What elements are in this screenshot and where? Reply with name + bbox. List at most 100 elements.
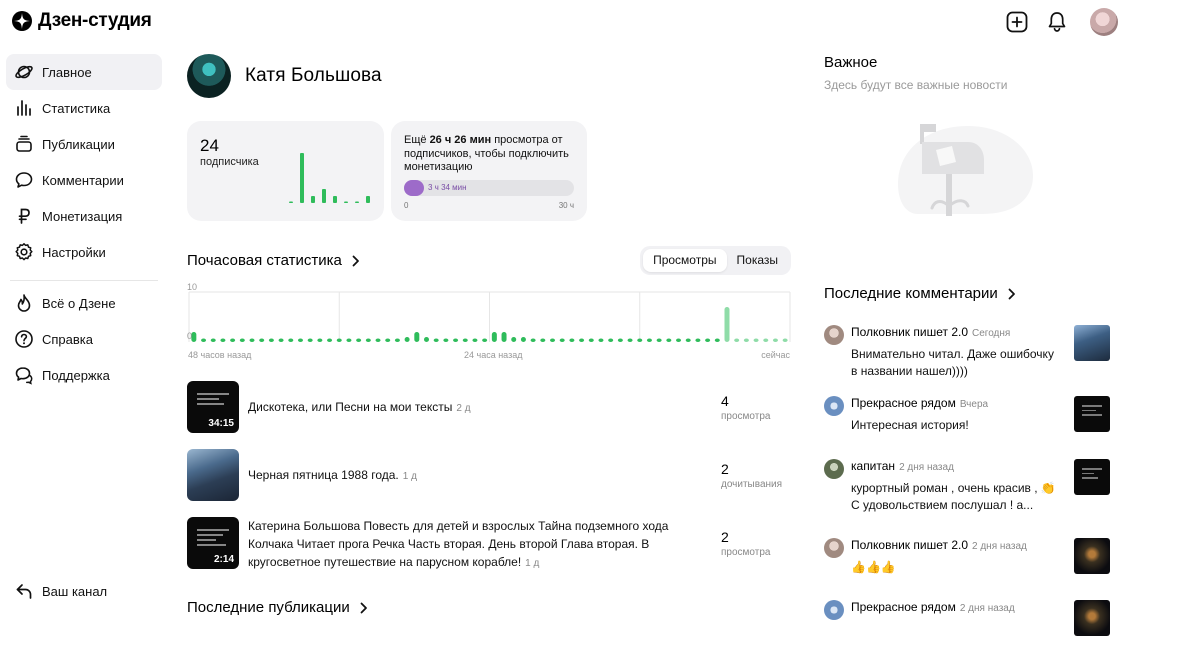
hourly-bar (297, 338, 303, 342)
comment-item[interactable]: капитан 2 дня назад курортный роман , оче… (824, 456, 1114, 535)
publication-stat-value: 2 (721, 461, 729, 477)
hourly-metric-switch: Просмотры Показы (640, 246, 791, 275)
notifications-button[interactable] (1046, 11, 1068, 33)
hourly-bar (404, 337, 410, 342)
sidebar-item-label: Комментарии (42, 172, 124, 188)
commenter-avatar[interactable] (824, 459, 844, 479)
hourly-bar (646, 338, 652, 342)
sidebar-item-statistics[interactable]: Статистика (6, 90, 162, 126)
commenter-avatar[interactable] (824, 396, 844, 416)
publication-stat-value: 2 (721, 529, 729, 545)
hourly-bar (676, 338, 682, 342)
hourly-bar (685, 338, 691, 342)
hourly-bar (278, 338, 284, 342)
channel-avatar[interactable] (187, 54, 231, 98)
hourly-bar (695, 338, 701, 342)
sidebar-item-main[interactable]: Главное (6, 54, 162, 90)
comment-publication-thumbnail[interactable] (1074, 459, 1110, 495)
hourly-bar (530, 338, 536, 342)
chat-bubbles-icon (15, 367, 33, 385)
comment-item[interactable]: Прекрасное рядом 2 дня назад (824, 597, 1114, 668)
hourly-bar (608, 338, 614, 342)
x-tick-right: сейчас (761, 350, 790, 360)
subscribers-count: 24 (200, 136, 219, 155)
comment-time: Сегодня (972, 328, 1011, 339)
publication-age: 2 д (456, 403, 471, 414)
comment-author[interactable]: Полковник пишет 2.0 (851, 538, 968, 552)
publication-age: 1 д (402, 471, 417, 482)
sidebar-item-label: Статистика (42, 100, 111, 116)
profile-header: Катя Большова (187, 54, 791, 98)
tab-impressions[interactable]: Показы (727, 249, 788, 272)
commenter-avatar[interactable] (824, 600, 844, 620)
monetization-card[interactable]: Ещё 26 ч 26 мин просмотра от подписчиков… (391, 121, 587, 221)
subscribers-bar (311, 196, 315, 203)
create-button[interactable] (1006, 11, 1028, 33)
x-tick-mid: 24 часа назад (464, 350, 523, 360)
app-logo[interactable]: Дзен-студия (12, 10, 152, 32)
last-publications-title[interactable]: Последние публикации (187, 599, 368, 616)
publication-item[interactable]: 2:14 Катерина Большова Повесть для детей… (187, 517, 791, 585)
tab-views[interactable]: Просмотры (643, 249, 727, 272)
publication-item[interactable]: Черная пятница 1988 года. 1 д 2 дочитыван… (187, 449, 791, 517)
hourly-bar (356, 338, 362, 342)
hourly-bar (365, 338, 371, 342)
bell-icon (1048, 12, 1066, 32)
sidebar-item-about-zen[interactable]: Всё о Дзене (6, 285, 162, 321)
comment-author[interactable]: Прекрасное рядом (851, 396, 956, 410)
hourly-bar (191, 332, 197, 342)
sidebar-item-your-channel[interactable]: Ваш канал (6, 573, 162, 609)
y-tick-top: 10 (187, 282, 197, 292)
sidebar-item-monetization[interactable]: Монетизация (6, 198, 162, 234)
hourly-bar (491, 332, 497, 342)
comment-text: курортный роман , очень красив , 👏 С удо… (851, 481, 1056, 512)
y-tick-bottom: 0 (187, 331, 192, 341)
publication-title: Катерина Большова Повесть для детей и вз… (248, 519, 669, 569)
comment-author[interactable]: Полковник пишет 2.0 (851, 325, 968, 339)
comment-time: 2 дня назад (959, 603, 1015, 614)
commenter-avatar[interactable] (824, 538, 844, 558)
comment-publication-thumbnail[interactable] (1074, 325, 1110, 361)
hourly-bar (414, 332, 420, 342)
publication-age: 1 д (525, 558, 540, 569)
comment-publication-thumbnail[interactable] (1074, 396, 1110, 432)
sidebar-item-publications[interactable]: Публикации (6, 126, 162, 162)
gear-icon (15, 243, 33, 261)
comment-item[interactable]: Полковник пишет 2.0 Сегодня Внимательно ч… (824, 322, 1114, 393)
user-avatar[interactable] (1090, 8, 1118, 36)
publication-stat-label: дочитывания (721, 479, 783, 490)
bar-chart-icon (17, 100, 31, 116)
sidebar-item-support[interactable]: Поддержка (6, 357, 162, 393)
last-comments-title[interactable]: Последние комментарии (824, 285, 1016, 302)
hourly-bar (627, 338, 633, 342)
comment-time: 2 дня назад (972, 541, 1027, 552)
comment-publication-thumbnail[interactable] (1074, 600, 1110, 636)
hourly-bar (705, 338, 711, 342)
sidebar-item-label: Всё о Дзене (42, 295, 116, 311)
comment-author[interactable]: Прекрасное рядом (851, 600, 956, 614)
publications-list: 34:15 Дискотека, или Песни на мои тексты… (187, 381, 791, 585)
hourly-bar (307, 338, 313, 342)
ruble-icon (18, 208, 30, 224)
subscribers-bar (289, 201, 293, 203)
video-duration: 34:15 (208, 418, 234, 429)
sidebar-item-comments[interactable]: Комментарии (6, 162, 162, 198)
sidebar: Главное Статистика Публикации Комментари… (6, 54, 162, 393)
hourly-bar (656, 338, 662, 342)
monetization-text-prefix: Ещё (404, 134, 430, 146)
subscribers-card[interactable]: 24 подписчика (187, 121, 384, 221)
monetization-progress-label: 3 ч 34 мин (428, 183, 467, 192)
hourly-bar (511, 337, 517, 342)
hourly-bar (201, 338, 207, 342)
comment-item[interactable]: Прекрасное рядом Вчера Интересная история… (824, 393, 1114, 456)
commenter-avatar[interactable] (824, 325, 844, 345)
comment-publication-thumbnail[interactable] (1074, 538, 1110, 574)
comment-item[interactable]: Полковник пишет 2.0 2 дня назад 👍👍👍 (824, 535, 1114, 597)
comment-text: Интересная история! (851, 418, 969, 432)
hourly-stats-title[interactable]: Почасовая статистика (187, 252, 360, 269)
comment-author[interactable]: капитан (851, 459, 895, 473)
sidebar-item-settings[interactable]: Настройки (6, 234, 162, 270)
sidebar-item-help[interactable]: Справка (6, 321, 162, 357)
hourly-bar (317, 338, 323, 342)
publication-item[interactable]: 34:15 Дискотека, или Песни на мои тексты… (187, 381, 791, 449)
